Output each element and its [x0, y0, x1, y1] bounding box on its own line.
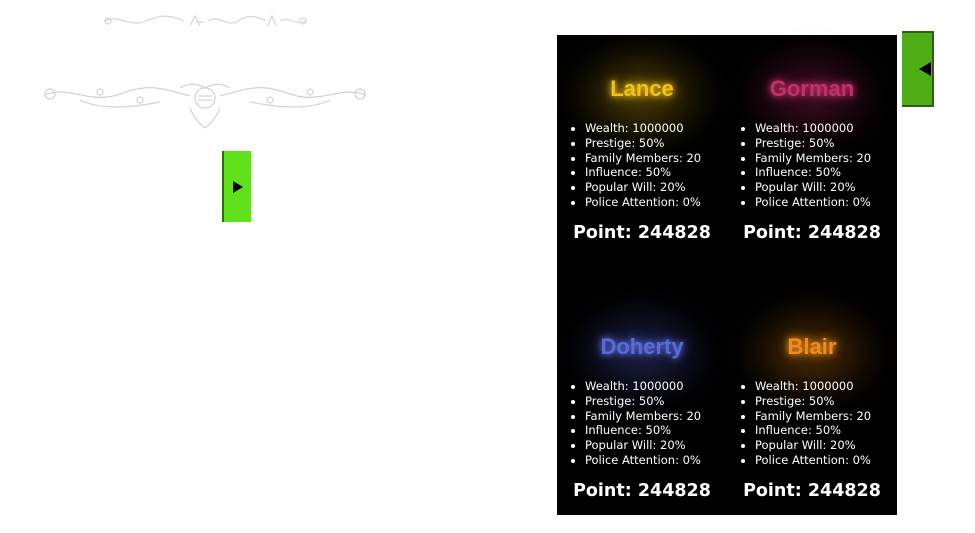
player-name: Gorman	[769, 76, 855, 101]
stat-family-members: Family Members: 20	[755, 409, 871, 424]
player-points: Point: 244828	[743, 481, 881, 501]
stat-influence: Influence: 50%	[585, 165, 701, 180]
player-points: Point: 244828	[743, 223, 881, 243]
stat-family-members: Family Members: 20	[755, 151, 871, 166]
stat-popular-will: Popular Will: 20%	[755, 180, 871, 195]
stat-prestige: Prestige: 50%	[585, 394, 701, 409]
stat-prestige: Prestige: 50%	[755, 136, 871, 151]
player-stats: Wealth: 1000000 Prestige: 50% Family Mem…	[737, 379, 871, 468]
collapse-panel-button[interactable]	[902, 31, 934, 107]
player-name: Lance	[610, 76, 674, 101]
player-name: Blair	[787, 334, 837, 359]
player-stats: Wealth: 1000000 Prestige: 50% Family Mem…	[567, 121, 701, 210]
stat-police-attention: Police Attention: 0%	[755, 195, 871, 210]
player-points: Point: 244828	[573, 223, 711, 243]
stat-prestige: Prestige: 50%	[585, 136, 701, 151]
stat-influence: Influence: 50%	[755, 423, 871, 438]
stat-influence: Influence: 50%	[585, 423, 701, 438]
player-card-gorman: Gorman Wealth: 1000000 Prestige: 50% Fam…	[727, 35, 897, 275]
stat-popular-will: Popular Will: 20%	[585, 438, 701, 453]
player-stats: Wealth: 1000000 Prestige: 50% Family Mem…	[567, 379, 701, 468]
player-card-doherty: Doherty Wealth: 1000000 Prestige: 50% Fa…	[557, 293, 727, 533]
player-stats: Wealth: 1000000 Prestige: 50% Family Mem…	[737, 121, 871, 210]
stat-wealth: Wealth: 1000000	[755, 379, 871, 394]
player-card-lance: Lance Wealth: 1000000 Prestige: 50% Fami…	[557, 35, 727, 275]
ornament-top	[103, 14, 307, 27]
expand-panel-button[interactable]	[222, 151, 251, 222]
stat-wealth: Wealth: 1000000	[755, 121, 871, 136]
stat-police-attention: Police Attention: 0%	[755, 453, 871, 468]
stat-popular-will: Popular Will: 20%	[585, 180, 701, 195]
stat-prestige: Prestige: 50%	[755, 394, 871, 409]
stat-police-attention: Police Attention: 0%	[585, 453, 701, 468]
players-scoreboard: Lance Wealth: 1000000 Prestige: 50% Fami…	[557, 35, 897, 515]
play-left-icon	[919, 62, 931, 76]
stat-family-members: Family Members: 20	[585, 409, 701, 424]
ornament-flourish	[43, 83, 367, 129]
player-name: Doherty	[600, 334, 684, 359]
play-right-icon	[232, 180, 243, 193]
stat-family-members: Family Members: 20	[585, 151, 701, 166]
stat-popular-will: Popular Will: 20%	[755, 438, 871, 453]
stat-police-attention: Police Attention: 0%	[585, 195, 701, 210]
player-points: Point: 244828	[573, 481, 711, 501]
stat-influence: Influence: 50%	[755, 165, 871, 180]
stat-wealth: Wealth: 1000000	[585, 379, 701, 394]
player-card-blair: Blair Wealth: 1000000 Prestige: 50% Fami…	[727, 293, 897, 533]
stat-wealth: Wealth: 1000000	[585, 121, 701, 136]
